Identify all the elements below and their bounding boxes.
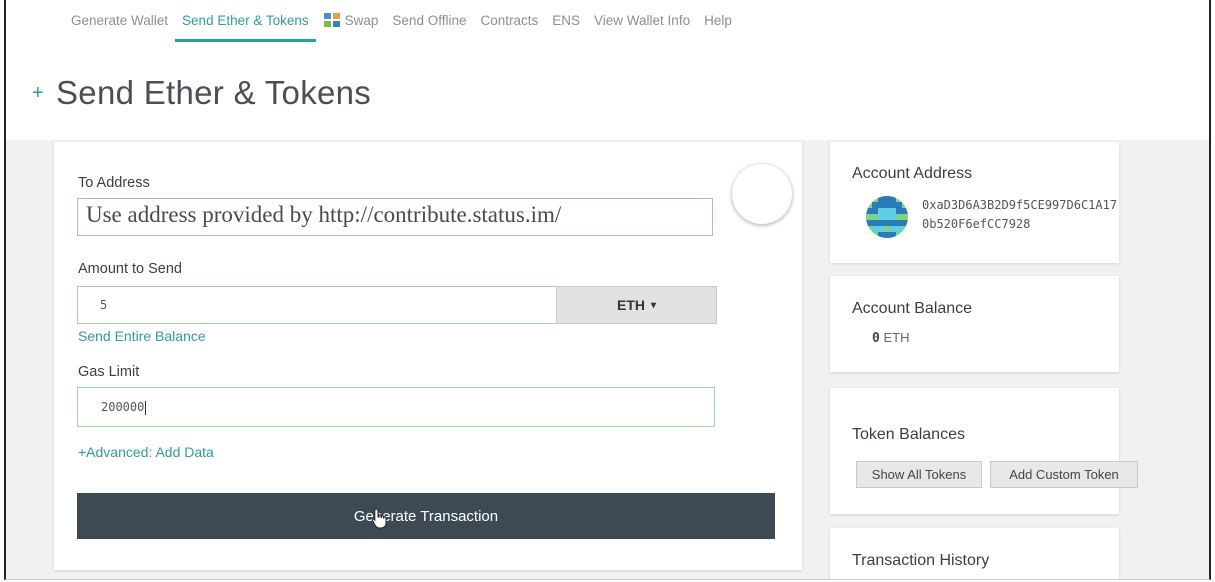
to-address-label: To Address	[78, 175, 150, 191]
chevron-down-icon: ▾	[650, 299, 657, 311]
hand-cursor-icon	[371, 508, 387, 529]
account-identicon	[866, 196, 908, 238]
nav-swap[interactable]: Swap	[316, 12, 386, 42]
nav-send-offline[interactable]: Send Offline	[385, 12, 473, 42]
address-identicon	[732, 164, 792, 224]
gas-limit-label: Gas Limit	[78, 364, 140, 380]
token-balances-card: Token Balances Show All Tokens Add Custo…	[830, 388, 1138, 514]
transaction-history-title: Transaction History	[852, 552, 990, 569]
transaction-history-card: Transaction History	[830, 528, 1119, 579]
nav-send-ether-tokens[interactable]: Send Ether & Tokens	[175, 12, 316, 42]
currency-label: ETH	[616, 297, 645, 313]
amount-input[interactable]: 5	[77, 286, 556, 324]
account-balance-title: Account Balance	[852, 300, 973, 317]
plus-icon[interactable]: +	[32, 82, 44, 105]
nav-contracts[interactable]: Contracts	[473, 12, 545, 42]
send-entire-balance-link[interactable]: Send Entire Balance	[78, 328, 206, 344]
nav-generate-wallet[interactable]: Generate Wallet	[64, 12, 175, 42]
add-custom-token-button[interactable]: Add Custom Token	[990, 461, 1138, 488]
address-line-1: 0xaD3D6A3B2D9f5CE997D6C1A17	[922, 198, 1118, 212]
account-address-value: 0xaD3D6A3B2D9f5CE997D6C1A17 0b520F6efCC7…	[922, 196, 1117, 234]
currency-dropdown[interactable]: ETH ▾	[556, 286, 717, 324]
nav-view-wallet-info[interactable]: View Wallet Info	[587, 12, 697, 42]
account-balance-value: 0 ETH	[872, 330, 909, 346]
nav-ens[interactable]: ENS	[545, 12, 587, 42]
account-balance-card: Account Balance 0 ETH	[830, 276, 1119, 372]
address-line-2: 0b520F6efCC7928	[922, 217, 1031, 231]
text-cursor	[145, 400, 147, 415]
advanced-add-data-link[interactable]: +Advanced: Add Data	[78, 444, 214, 460]
balance-amount: 0	[872, 331, 880, 346]
gas-limit-value: 200000	[101, 400, 145, 414]
send-form-card: To Address Use address provided by http:…	[54, 142, 802, 570]
amount-label: Amount to Send	[78, 261, 182, 277]
page-title-text: Send Ether & Tokens	[55, 74, 372, 111]
main-nav: Generate Wallet Send Ether & Tokens Swap…	[64, 12, 739, 42]
show-all-tokens-button[interactable]: Show All Tokens	[856, 461, 982, 488]
token-balances-title: Token Balances	[852, 426, 965, 443]
nav-help[interactable]: Help	[697, 12, 739, 42]
page-title: + Send Ether & Tokens	[32, 74, 371, 112]
balance-unit: ETH	[883, 330, 910, 345]
gas-limit-input[interactable]: 200000	[77, 387, 715, 427]
account-address-card: Account Address 0xaD3D6A3B2D9f5CE997D6C1…	[830, 142, 1119, 263]
generate-transaction-button[interactable]: Generate Transaction	[77, 493, 775, 539]
to-address-input[interactable]: Use address provided by http://contribut…	[77, 198, 713, 236]
nav-swap-label: Swap	[344, 12, 379, 28]
account-address-title: Account Address	[852, 165, 973, 182]
swap-icon	[323, 13, 340, 27]
app-frame: Generate Wallet Send Ether & Tokens Swap…	[4, 0, 1211, 580]
